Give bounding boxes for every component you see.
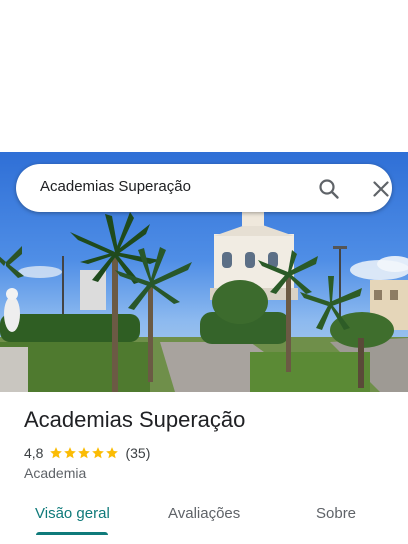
star-icon xyxy=(92,447,105,459)
review-count[interactable]: (35) xyxy=(125,445,150,461)
star-icon xyxy=(78,447,91,459)
close-icon[interactable] xyxy=(368,176,394,202)
star-icon xyxy=(106,447,119,459)
search-icon[interactable] xyxy=(316,176,342,202)
active-tab-indicator xyxy=(36,532,108,535)
star-icon xyxy=(64,447,77,459)
tab-reviews[interactable]: Avaliações xyxy=(168,505,240,522)
place-tabs: Visão geral Avaliações Sobre xyxy=(0,498,408,544)
rating-row[interactable]: 4,8 (35) xyxy=(24,444,150,462)
star-rating xyxy=(49,446,119,460)
tab-about[interactable]: Sobre xyxy=(316,505,356,522)
place-category: Academia xyxy=(24,465,87,481)
search-bar[interactable]: Academias Superação xyxy=(16,164,392,212)
place-title: Academias Superação xyxy=(24,407,246,432)
search-query-text[interactable]: Academias Superação xyxy=(40,178,191,195)
rating-value: 4,8 xyxy=(24,445,44,461)
star-icon xyxy=(50,447,63,459)
map-area-blank xyxy=(0,0,408,152)
tab-overview[interactable]: Visão geral xyxy=(35,505,110,522)
